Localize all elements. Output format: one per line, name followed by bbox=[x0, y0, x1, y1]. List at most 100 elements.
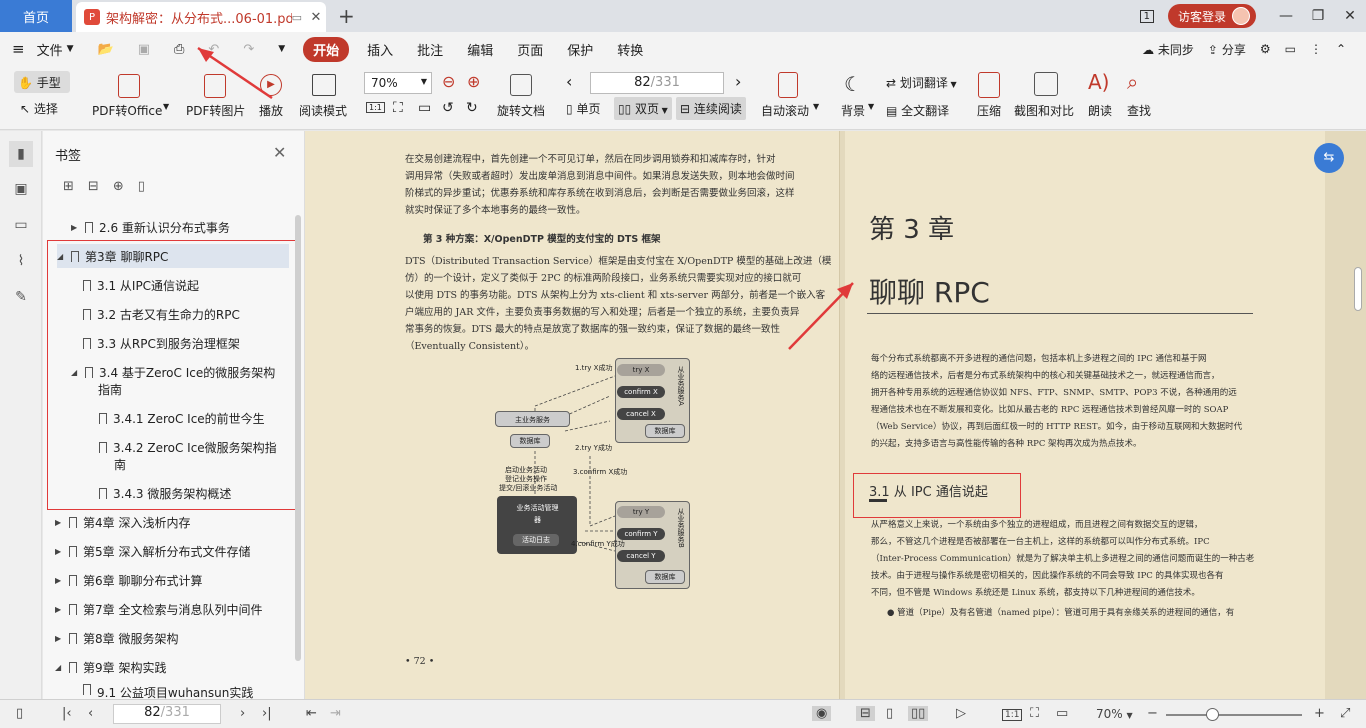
continuous-read-button[interactable]: ⊟ 连续阅读 bbox=[676, 97, 746, 120]
menu-convert[interactable]: 转换 bbox=[605, 40, 655, 59]
bookmark-item[interactable]: ▶ 第7章 全文检索与消息队列中间件 bbox=[55, 597, 262, 621]
share-button[interactable]: ⇪ 分享 bbox=[1208, 41, 1246, 58]
fit-width-icon[interactable]: ▭ bbox=[1056, 706, 1068, 721]
auto-scroll-button[interactable]: 自动滚动 bbox=[761, 102, 809, 119]
menu-annotate[interactable]: 批注 bbox=[405, 40, 455, 59]
visitor-login-button[interactable]: 访客登录 bbox=[1167, 4, 1256, 28]
bookmark-item[interactable]: ◢ 第9章 架构实践 bbox=[55, 655, 166, 679]
actual-size-icon[interactable]: 1:1 bbox=[366, 102, 385, 113]
expand-icon[interactable]: ▶ bbox=[55, 547, 65, 556]
single-view-icon[interactable]: ▯ bbox=[886, 706, 893, 721]
settings-icon[interactable]: ⚙ bbox=[1260, 42, 1271, 56]
floating-tool-icon[interactable]: ⇆ bbox=[1314, 143, 1344, 173]
add-bookmark-icon[interactable]: ⊕ bbox=[113, 179, 124, 194]
annotation-list-icon[interactable]: ▭ bbox=[12, 217, 30, 235]
page-number-input[interactable]: 82/331 bbox=[590, 72, 724, 94]
first-page-icon[interactable]: |‹ bbox=[62, 706, 72, 721]
select-tool-button[interactable]: ↖ 选择 bbox=[20, 100, 58, 117]
zoom-slider[interactable] bbox=[1166, 714, 1302, 716]
zoom-slider-handle[interactable] bbox=[1206, 708, 1219, 721]
zoom-out-icon[interactable]: − bbox=[1147, 706, 1158, 721]
bookmark-item[interactable]: 9.1 公益项目wuhansun实践 bbox=[79, 684, 253, 699]
zoom-select[interactable]: 70% ▼ bbox=[364, 72, 432, 94]
thumbnail-icon[interactable]: ▣ bbox=[12, 181, 30, 199]
bookmark-item[interactable]: ▶ 2.6 重新认识分布式事务 bbox=[71, 215, 230, 239]
close-icon[interactable]: ✕ bbox=[273, 143, 286, 162]
bookmark-item[interactable]: ▶ 第8章 微服务架构 bbox=[55, 626, 178, 650]
double-page-button[interactable]: ▯▯ 双页 ▼ bbox=[614, 97, 672, 120]
screenshot-compare-button[interactable]: 截图和对比 bbox=[1014, 102, 1074, 119]
restore-icon[interactable]: ❐ bbox=[1302, 8, 1334, 24]
single-page-button[interactable]: ▯ 单页 bbox=[566, 100, 600, 117]
double-view-icon[interactable]: ▯▯ bbox=[908, 706, 929, 721]
pdf-to-image-button[interactable]: PDF转图片 bbox=[186, 102, 245, 119]
continuous-view-icon[interactable]: ⊟ bbox=[856, 706, 875, 721]
zoom-out-icon[interactable]: ⊖ bbox=[442, 72, 455, 91]
expand-all-icon[interactable]: ⊞ bbox=[63, 179, 74, 194]
next-page-icon[interactable]: › bbox=[735, 72, 741, 91]
expand-icon[interactable]: ▶ bbox=[55, 605, 65, 614]
menu-insert[interactable]: 插入 bbox=[355, 40, 405, 59]
expand-icon[interactable]: ▶ bbox=[55, 634, 65, 643]
prev-page-icon[interactable]: ‹ bbox=[88, 706, 93, 721]
rotate-document-button[interactable]: 旋转文档 bbox=[497, 102, 545, 119]
fit-page-icon[interactable]: ⛶ bbox=[1030, 706, 1039, 721]
fit-page-icon[interactable]: ⛶ bbox=[393, 100, 403, 116]
expand-icon[interactable]: ▶ bbox=[55, 518, 65, 527]
collapse-icon[interactable]: ◢ bbox=[55, 663, 65, 672]
more-chevron-icon[interactable]: ▼ bbox=[266, 44, 297, 54]
close-window-icon[interactable]: ✕ bbox=[1334, 8, 1366, 24]
bookmark-item[interactable]: ▶ 第6章 聊聊分布式计算 bbox=[55, 568, 202, 592]
rotate-right-icon[interactable]: ↻ bbox=[466, 100, 478, 116]
tab-document[interactable]: P 架构解密：从分布式...06-01.pdf ▭ ✕ bbox=[76, 2, 326, 32]
last-page-icon[interactable]: ›| bbox=[262, 706, 272, 721]
eye-protect-icon[interactable]: ◉ bbox=[812, 706, 832, 721]
attachment-icon[interactable]: ⌇ bbox=[12, 253, 30, 271]
hand-tool-button[interactable]: ✋ 手型 bbox=[14, 71, 70, 93]
bookmark-outline-icon[interactable]: ▯ bbox=[138, 179, 145, 194]
status-page-input[interactable]: 82/331 bbox=[113, 704, 221, 724]
undo-icon[interactable]: ↶ bbox=[196, 42, 231, 57]
sidebar-scrollbar[interactable] bbox=[295, 215, 301, 661]
document-view[interactable]: 在交易创建流程中，首先创建一个不可见订单，然后在同步调用锁券和扣减库存时，针对 … bbox=[305, 131, 1366, 699]
forward-icon[interactable]: ⇥ bbox=[330, 706, 341, 721]
rotate-left-icon[interactable]: ↺ bbox=[442, 100, 454, 116]
bookmark-item[interactable]: ▶ 第5章 深入解析分布式文件存储 bbox=[55, 539, 250, 563]
background-button[interactable]: 背景 bbox=[841, 102, 865, 119]
prev-page-icon[interactable]: ‹ bbox=[566, 72, 572, 91]
zoom-in-icon[interactable]: ⊕ bbox=[467, 72, 480, 91]
bookmark-item[interactable]: 3.1 从IPC通信说起 bbox=[79, 273, 199, 297]
page-indicator-icon[interactable]: 1 bbox=[1139, 9, 1154, 23]
zoom-in-icon[interactable]: + bbox=[1314, 706, 1325, 721]
read-aloud-button[interactable]: 朗读 bbox=[1088, 102, 1112, 119]
bookmark-item[interactable]: ◢ 第3章 聊聊RPC bbox=[57, 244, 289, 268]
zoom-level[interactable]: 70% ▼ bbox=[1096, 707, 1133, 721]
play-button[interactable]: 播放 bbox=[259, 102, 283, 119]
menu-start[interactable]: 开始 bbox=[303, 36, 350, 62]
collapse-all-icon[interactable]: ⊟ bbox=[88, 179, 99, 194]
menu-file[interactable]: 文件 ▼ bbox=[37, 40, 86, 59]
word-translate-button[interactable]: ⇄ 划词翻译 ▼ bbox=[886, 74, 957, 91]
collapse-icon[interactable]: ◢ bbox=[71, 368, 81, 377]
more-options-icon[interactable]: ⋮ bbox=[1310, 42, 1322, 56]
pdf-to-office-button[interactable]: PDF转Office bbox=[92, 102, 162, 119]
compress-button[interactable]: 压缩 bbox=[977, 102, 1001, 119]
fit-width-icon[interactable]: ▭ bbox=[418, 100, 431, 116]
sidebar-toggle-icon[interactable]: ▯ bbox=[16, 706, 23, 721]
expand-icon[interactable]: ▶ bbox=[71, 223, 81, 232]
collapse-icon[interactable]: ◢ bbox=[57, 252, 67, 261]
menu-protect[interactable]: 保护 bbox=[555, 40, 605, 59]
new-tab-button[interactable]: + bbox=[338, 4, 355, 28]
comment-icon[interactable]: ▭ bbox=[1285, 42, 1296, 56]
expand-icon[interactable]: ▶ bbox=[55, 576, 65, 585]
collapse-ribbon-icon[interactable]: ⌃ bbox=[1336, 42, 1346, 56]
open-folder-icon[interactable]: 📂 bbox=[86, 42, 126, 57]
hamburger-icon[interactable]: ≡ bbox=[0, 40, 37, 58]
actual-size-icon[interactable]: 1:1 bbox=[1002, 709, 1023, 721]
bookmark-item[interactable]: 3.4.3 微服务架构概述 bbox=[95, 481, 231, 505]
next-page-icon[interactable]: › bbox=[240, 706, 245, 721]
tab-close-icon[interactable]: ✕ bbox=[306, 10, 326, 25]
back-icon[interactable]: ⇤ bbox=[306, 706, 317, 721]
signature-icon[interactable]: ✎ bbox=[12, 289, 30, 307]
tab-home[interactable]: 首页 bbox=[0, 0, 72, 32]
